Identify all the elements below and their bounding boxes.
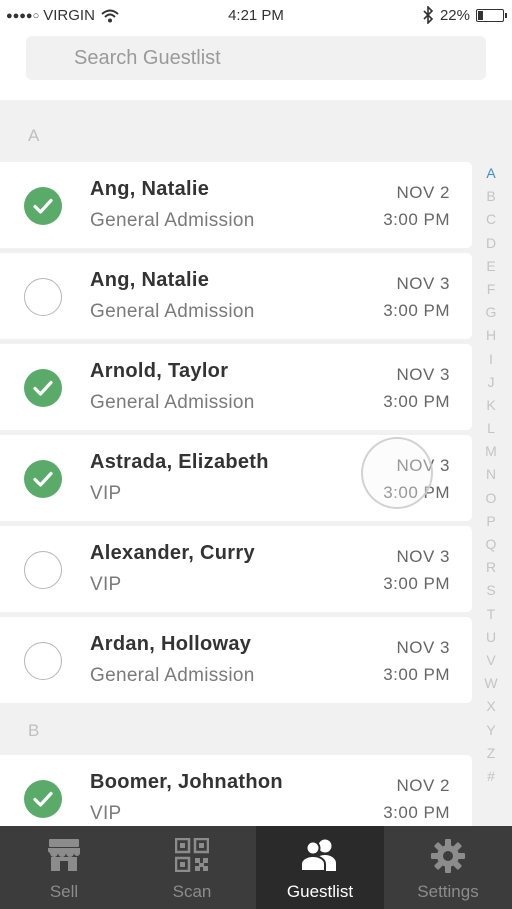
section-header-a: A: [28, 126, 40, 145]
guest-row[interactable]: Ang, Natalie General Admission NOV 3 3:00 P…: [0, 253, 472, 339]
event-date: NOV 2: [396, 183, 450, 202]
event-date: NOV 3: [396, 365, 450, 384]
ticket-type: General Admission: [90, 210, 255, 231]
index-letter-m[interactable]: M: [478, 440, 504, 463]
index-letter-c[interactable]: C: [478, 208, 504, 231]
event-date: NOV 3: [396, 274, 450, 293]
event-date: NOV 3: [396, 638, 450, 657]
guest-list[interactable]: A Ang, Natalie General Admission NOV 2 3:00 …: [0, 100, 512, 826]
store-icon: [48, 839, 80, 871]
qr-code-icon: [175, 838, 209, 872]
guest-row[interactable]: Boomer, Johnathon VIP NOV 2 3:00 PM: [0, 755, 472, 826]
bluetooth-icon: [423, 6, 434, 24]
gear-icon: [431, 839, 465, 873]
index-letter-b[interactable]: B: [478, 185, 504, 208]
checked-in-checkmark-icon[interactable]: [24, 369, 62, 407]
event-date: NOV 3: [396, 456, 450, 475]
section-header-b: B: [28, 721, 40, 740]
index-letter-d[interactable]: D: [478, 232, 504, 255]
event-time: 3:00 PM: [383, 803, 450, 822]
index-letter-k[interactable]: K: [478, 394, 504, 417]
index-letter-v[interactable]: V: [478, 649, 504, 672]
ticket-type: VIP: [90, 483, 122, 504]
index-letter-y[interactable]: Y: [478, 719, 504, 742]
search-input[interactable]: [26, 36, 486, 80]
index-letter-w[interactable]: W: [478, 672, 504, 695]
check-in-circle-button[interactable]: [24, 642, 62, 680]
guest-name: Ardan, Holloway: [90, 633, 252, 655]
tab-settings-label: Settings: [417, 882, 479, 901]
guest-name: Ang, Natalie: [90, 178, 210, 200]
tab-scan-label: Scan: [172, 882, 212, 901]
guest-row[interactable]: Ang, Natalie General Admission NOV 2 3:00 P…: [0, 162, 472, 248]
tab-scan[interactable]: Scan: [128, 826, 256, 909]
tab-sell-label: Sell: [49, 882, 79, 901]
guest-name: Arnold, Taylor: [90, 360, 229, 382]
index-letter-n[interactable]: N: [478, 463, 504, 486]
event-time: 3:00 PM: [383, 392, 450, 411]
index-letter-l[interactable]: L: [478, 417, 504, 440]
tab-bar: Sell Scan Guestlist Settings: [0, 826, 512, 909]
tab-guestlist-label: Guestlist: [286, 882, 354, 901]
tab-guestlist[interactable]: Guestlist: [256, 826, 384, 909]
index-letter-a[interactable]: A: [478, 162, 504, 185]
guest-name: Ang, Natalie: [90, 269, 210, 291]
index-letter-hash[interactable]: #: [478, 765, 504, 788]
status-bar: ●●●●○ VIRGIN 4:21 PM 22%: [0, 0, 512, 30]
ticket-type: General Admission: [90, 665, 255, 686]
index-letter-e[interactable]: E: [478, 255, 504, 278]
guest-row[interactable]: Ardan, Holloway General Admission NOV 3 3:0…: [0, 617, 472, 703]
battery-percent: 22%: [439, 6, 470, 24]
ticket-type: VIP: [90, 803, 122, 824]
index-letter-h[interactable]: H: [478, 324, 504, 347]
index-letter-o[interactable]: O: [478, 487, 504, 510]
battery-icon: [476, 8, 507, 22]
ticket-type: General Admission: [90, 301, 255, 322]
index-letter-g[interactable]: G: [478, 301, 504, 324]
guest-name: Astrada, Elizabeth: [90, 451, 269, 473]
guest-row[interactable]: Alexander, Curry VIP NOV 3 3:00 PM: [0, 526, 472, 612]
index-letter-z[interactable]: Z: [478, 742, 504, 765]
ticket-type: General Admission: [90, 392, 255, 413]
index-letter-j[interactable]: J: [478, 371, 504, 394]
index-letter-t[interactable]: T: [478, 603, 504, 626]
event-time: 3:00 PM: [383, 301, 450, 320]
event-time: 3:00 PM: [383, 574, 450, 593]
event-date: NOV 2: [396, 776, 450, 795]
people-icon: [300, 839, 336, 872]
index-letter-i[interactable]: I: [478, 348, 504, 371]
tab-sell[interactable]: Sell: [0, 826, 128, 909]
event-time: 3:00 PM: [383, 665, 450, 684]
checked-in-checkmark-icon[interactable]: [24, 187, 62, 225]
ticket-type: VIP: [90, 574, 122, 595]
check-in-circle-button[interactable]: [24, 278, 62, 316]
checked-in-checkmark-icon[interactable]: [24, 780, 62, 818]
index-letter-q[interactable]: Q: [478, 533, 504, 556]
event-time: 3:00 PM: [383, 210, 450, 229]
index-letter-x[interactable]: X: [478, 695, 504, 718]
index-letter-u[interactable]: U: [478, 626, 504, 649]
event-time: 3:00 PM: [383, 483, 450, 502]
guest-name: Alexander, Curry: [90, 542, 255, 564]
guest-row[interactable]: Astrada, Elizabeth VIP NOV 3 3:00 PM: [0, 435, 472, 521]
search-bar: [0, 30, 512, 100]
index-letter-p[interactable]: P: [478, 510, 504, 533]
event-date: NOV 3: [396, 547, 450, 566]
index-letter-s[interactable]: S: [478, 579, 504, 602]
alphabet-index[interactable]: A B C D E F G H I J K L M N O P Q R S T U V W X Y Z #: [478, 162, 504, 788]
checked-in-checkmark-icon[interactable]: [24, 460, 62, 498]
check-in-circle-button[interactable]: [24, 551, 62, 589]
guest-row[interactable]: Arnold, Taylor General Admission NOV 3 3:00…: [0, 344, 472, 430]
tab-settings[interactable]: Settings: [384, 826, 512, 909]
guest-name: Boomer, Johnathon: [90, 771, 283, 793]
index-letter-r[interactable]: R: [478, 556, 504, 579]
index-letter-f[interactable]: F: [478, 278, 504, 301]
